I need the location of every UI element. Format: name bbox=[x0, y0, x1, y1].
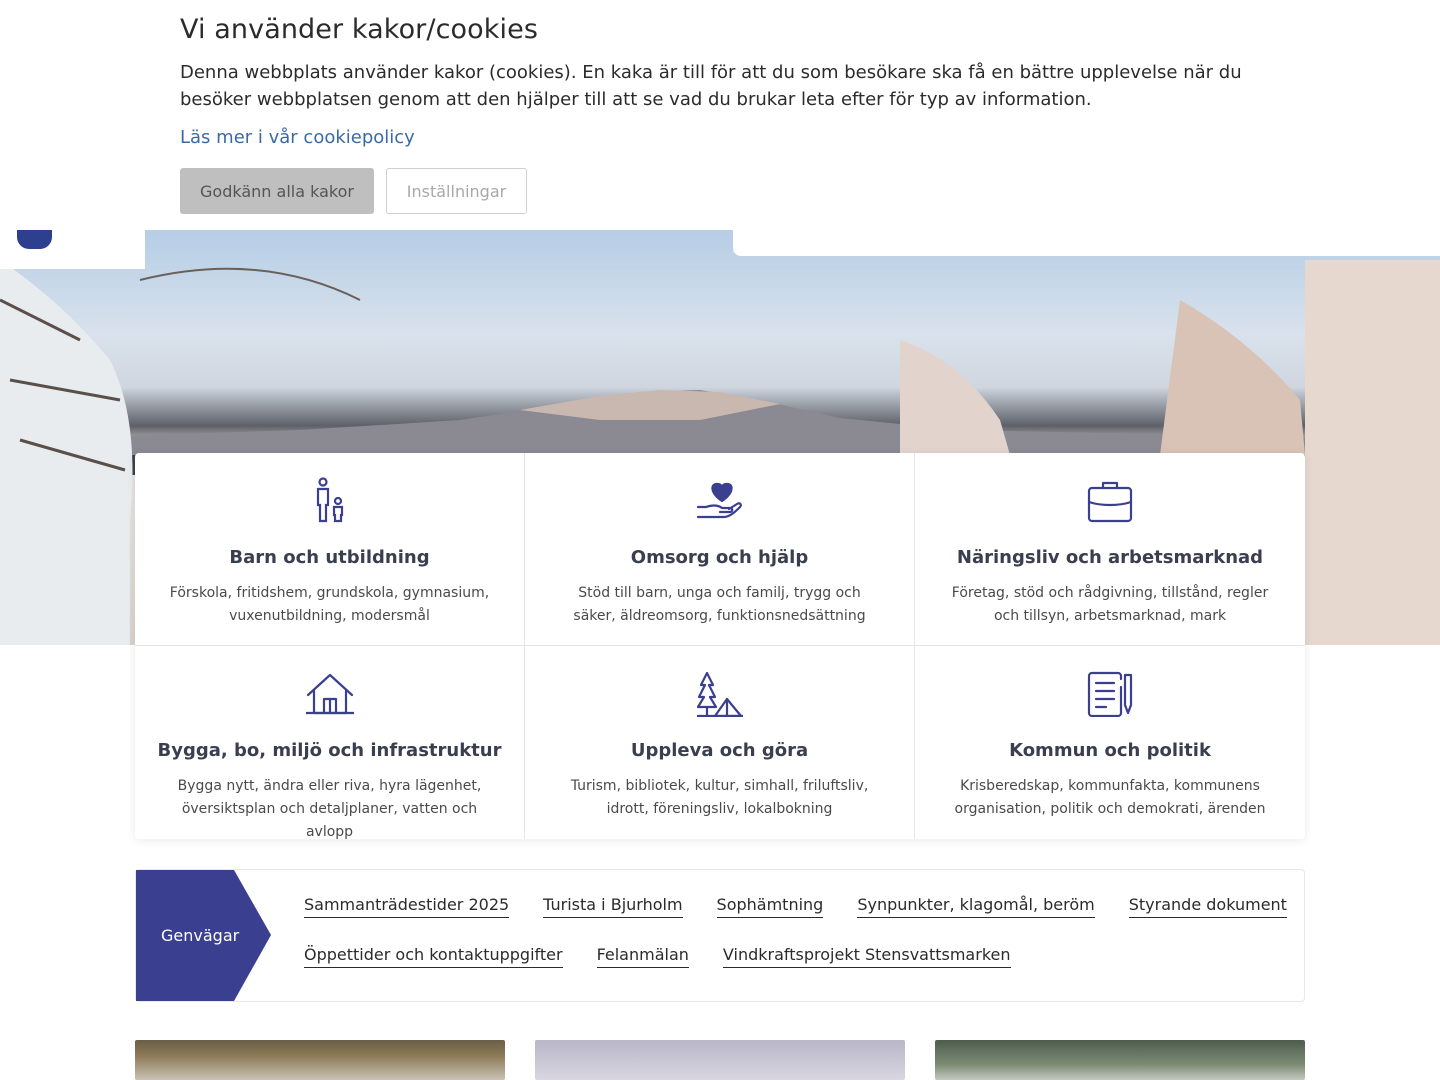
house-icon bbox=[135, 670, 524, 718]
category-card-uppleva-och-gora[interactable]: Uppleva och göra Turism, bibliotek, kult… bbox=[525, 646, 915, 839]
category-description: Bygga nytt, ändra eller riva, hyra lägen… bbox=[177, 778, 482, 840]
accept-all-cookies-button[interactable]: Godkänn alla kakor bbox=[180, 168, 374, 214]
cookie-banner: Vi använder kakor/cookies Denna webbplat… bbox=[0, 0, 1440, 230]
shortcuts-label-tag: Genvägar bbox=[136, 870, 271, 1001]
category-description: Stöd till barn, unga och familj, trygg o… bbox=[573, 585, 866, 624]
shortcut-link[interactable]: Vindkraftsprojekt Stensvattsmarken bbox=[722, 944, 1011, 968]
news-image-teaser[interactable] bbox=[135, 1040, 505, 1080]
shortcut-link[interactable]: Sophämtning bbox=[716, 894, 824, 918]
category-grid: Barn och utbildning Förskola, fritidshem… bbox=[135, 453, 1305, 840]
category-card-kommun-och-politik[interactable]: Kommun och politik Krisberedskap, kommun… bbox=[915, 646, 1305, 839]
family-icon bbox=[135, 477, 524, 525]
news-image-teaser[interactable] bbox=[535, 1040, 905, 1080]
shortcut-link[interactable]: Synpunkter, klagomål, beröm bbox=[857, 894, 1095, 918]
shortcut-link[interactable]: Sammanträdestider 2025 bbox=[304, 894, 510, 918]
category-card-barn-och-utbildning[interactable]: Barn och utbildning Förskola, fritidshem… bbox=[135, 453, 525, 646]
category-description: Förskola, fritidshem, grundskola, gymnas… bbox=[169, 585, 490, 624]
category-card-omsorg-och-hjalp[interactable]: Omsorg och hjälp Stöd till barn, unga oc… bbox=[525, 453, 915, 646]
tree-tent-icon bbox=[525, 670, 914, 718]
category-description: Företag, stöd och rådgivning, tillstånd,… bbox=[951, 585, 1269, 624]
category-title: Omsorg och hjälp bbox=[630, 547, 809, 568]
category-title: Bygga, bo, miljö och infrastruktur bbox=[157, 740, 502, 761]
document-pen-icon bbox=[915, 670, 1305, 718]
news-image-teaser[interactable] bbox=[935, 1040, 1305, 1080]
cookie-policy-link[interactable]: Läs mer i vår cookiepolicy bbox=[180, 127, 415, 148]
shortcuts-section: Genvägar Sammanträdestider 2025 Turista … bbox=[135, 869, 1305, 1002]
briefcase-icon bbox=[915, 477, 1305, 525]
category-title: Näringsliv och arbetsmarknad bbox=[956, 547, 1264, 568]
cookie-banner-text: Denna webbplats använder kakor (cookies)… bbox=[180, 62, 1242, 110]
shortcut-link[interactable]: Styrande dokument bbox=[1128, 894, 1287, 918]
shortcut-link[interactable]: Turista i Bjurholm bbox=[543, 894, 683, 918]
category-description: Turism, bibliotek, kultur, simhall, fril… bbox=[570, 778, 869, 817]
shortcuts-links: Sammanträdestider 2025 Turista i Bjurhol… bbox=[304, 894, 1294, 968]
shortcut-link[interactable]: Felanmälan bbox=[596, 944, 689, 968]
category-title: Kommun och politik bbox=[1009, 740, 1211, 761]
shortcuts-label: Genvägar bbox=[161, 926, 240, 945]
category-card-naringsliv-och-arbetsmarknad[interactable]: Näringsliv och arbetsmarknad Företag, st… bbox=[915, 453, 1305, 646]
category-title: Uppleva och göra bbox=[630, 740, 809, 761]
shortcut-link[interactable]: Öppettider och kontaktuppgifter bbox=[304, 944, 563, 968]
category-title: Barn och utbildning bbox=[229, 547, 430, 568]
heart-hand-icon bbox=[525, 477, 914, 525]
category-card-bygga-bo[interactable]: Bygga, bo, miljö och infrastruktur Bygga… bbox=[135, 646, 525, 840]
cookie-settings-button[interactable]: Inställningar bbox=[386, 168, 527, 214]
cookie-banner-title: Vi använder kakor/cookies bbox=[180, 14, 538, 45]
cookie-buttons: Godkänn alla kakor Inställningar bbox=[180, 168, 1260, 214]
category-description: Krisberedskap, kommunfakta, kommunens or… bbox=[954, 778, 1266, 817]
